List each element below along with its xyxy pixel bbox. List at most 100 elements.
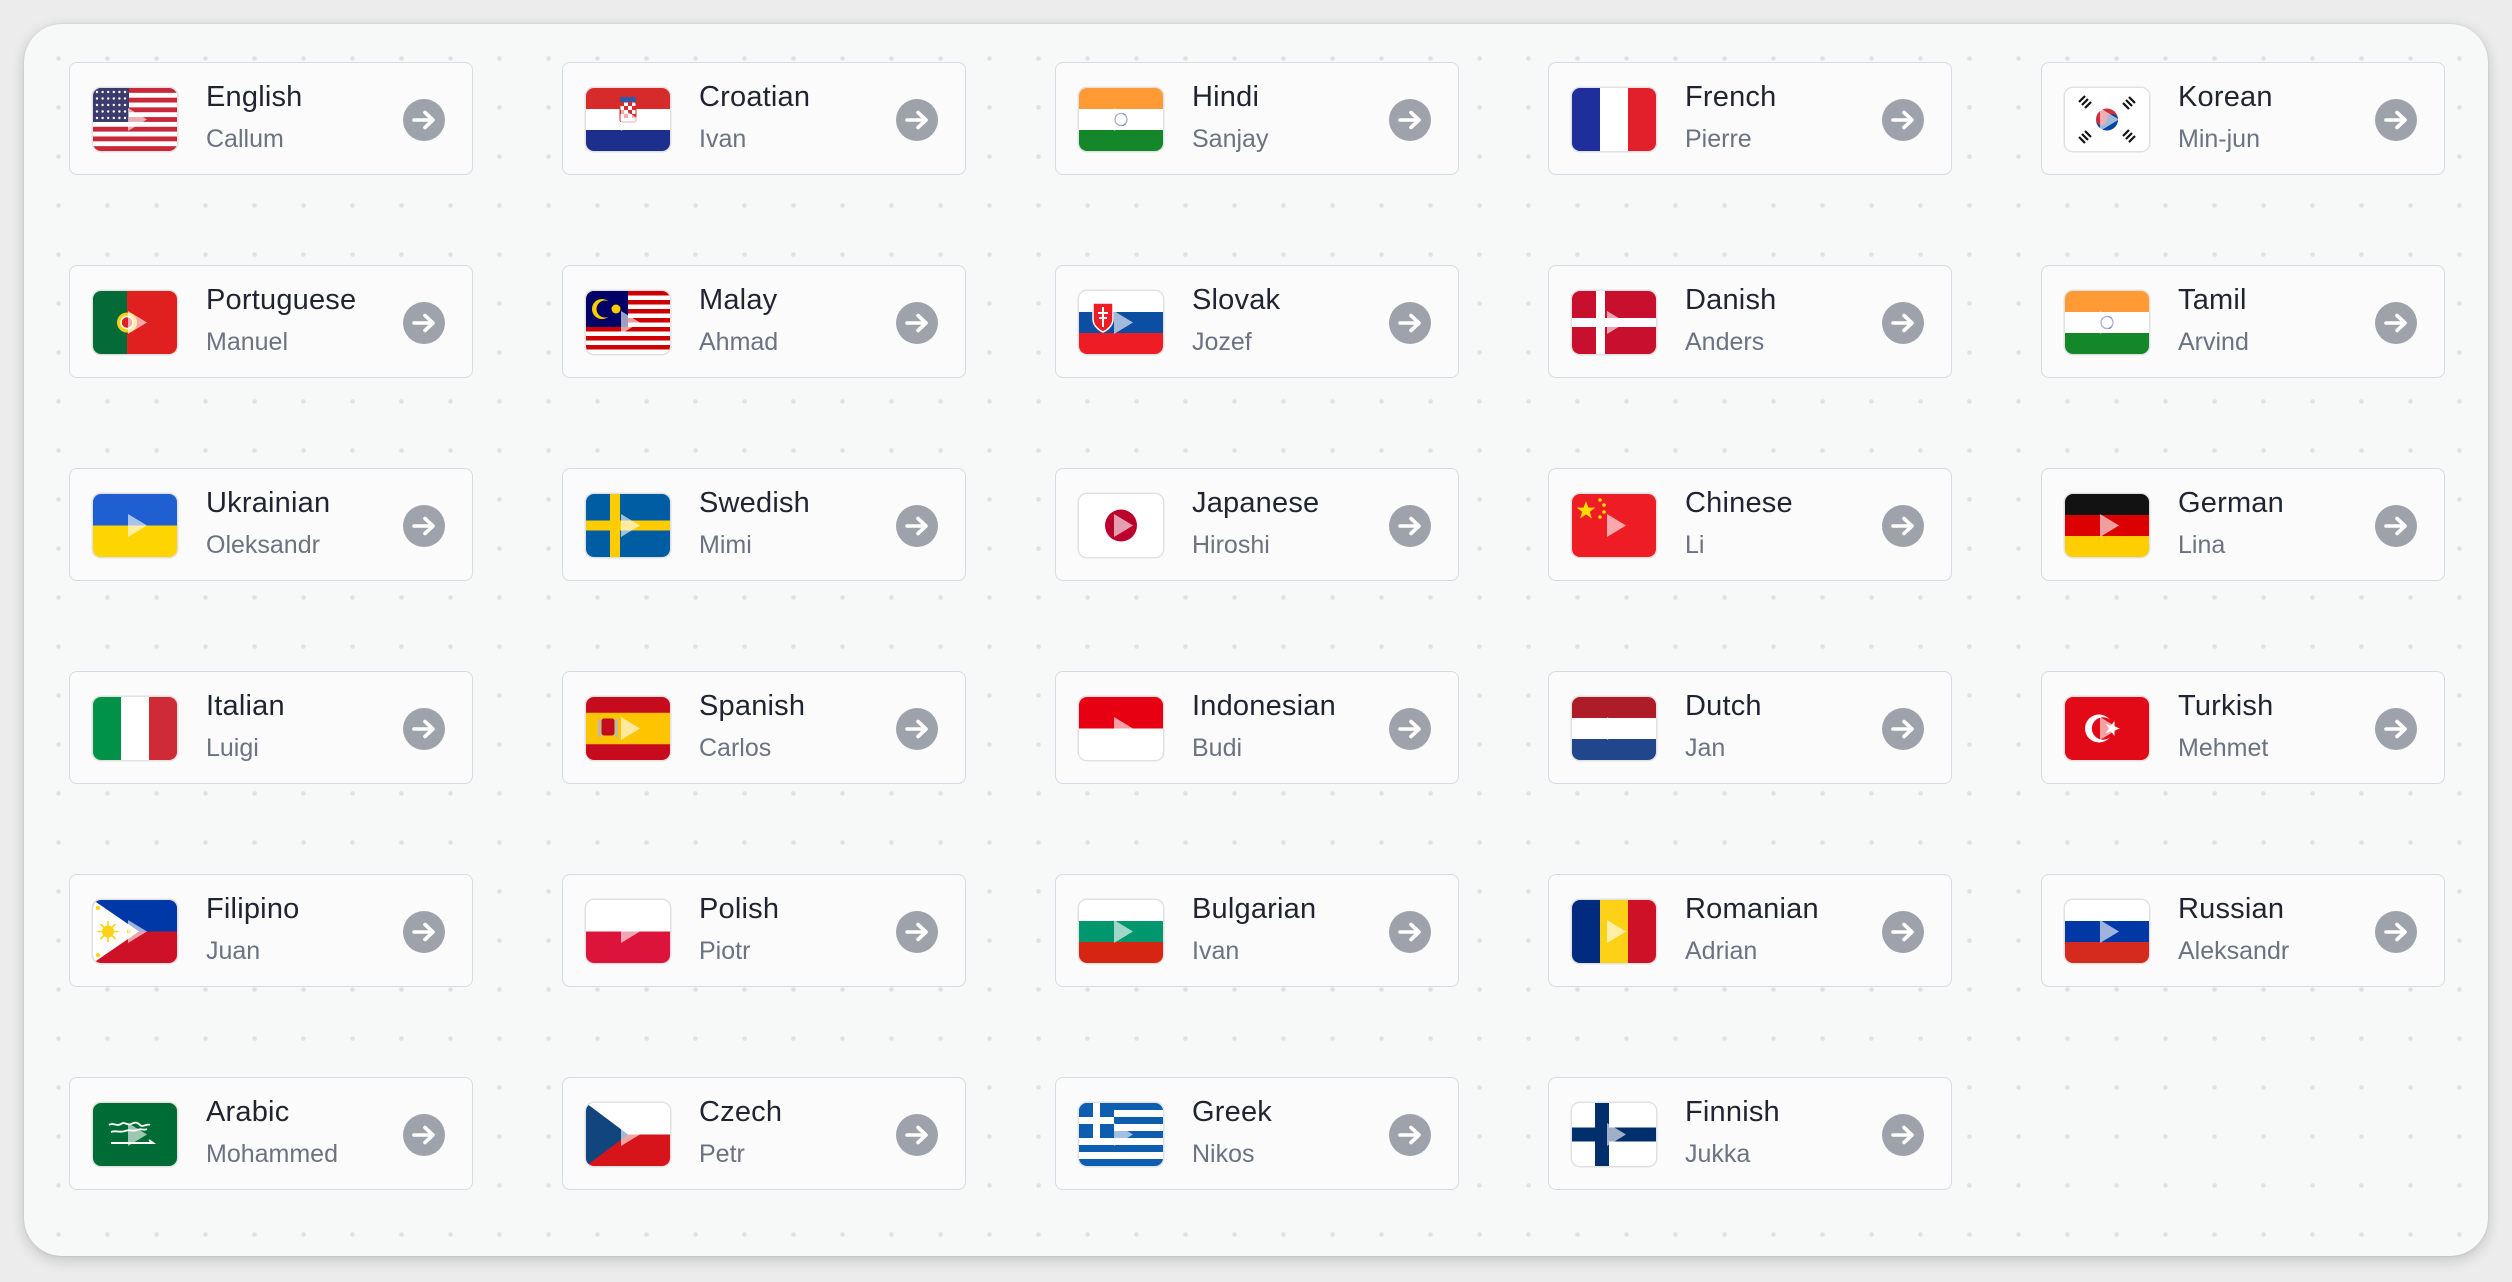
- flag-it-icon[interactable]: [93, 697, 177, 760]
- arrow-right-circle-icon[interactable]: [896, 505, 938, 547]
- flag-sa-icon[interactable]: [93, 1103, 177, 1166]
- arrow-right-circle-icon[interactable]: [403, 708, 445, 750]
- flag-pl-icon[interactable]: [586, 900, 670, 963]
- flag-dk-icon[interactable]: [1572, 291, 1656, 354]
- flag-sk-icon[interactable]: [1079, 291, 1163, 354]
- flag-de-icon[interactable]: [2065, 494, 2149, 557]
- flag-jp-icon[interactable]: [1079, 494, 1163, 557]
- language-name: Danish: [1685, 284, 1777, 316]
- flag-hr-icon[interactable]: [586, 88, 670, 151]
- arrow-right-circle-icon[interactable]: [1389, 505, 1431, 547]
- arrow-right-circle-icon[interactable]: [1389, 1114, 1431, 1156]
- voice-card[interactable]: Chinese Li: [1548, 468, 1952, 581]
- flag-cn-icon[interactable]: [1572, 494, 1656, 557]
- voice-card[interactable]: Indonesian Budi: [1055, 671, 1459, 784]
- arrow-right-circle-icon[interactable]: [1389, 302, 1431, 344]
- arrow-right-circle-icon[interactable]: [2375, 505, 2417, 547]
- voice-card[interactable]: Polish Piotr: [562, 874, 966, 987]
- voice-card[interactable]: Tamil Arvind: [2041, 265, 2445, 378]
- arrow-right-circle-icon[interactable]: [896, 99, 938, 141]
- voice-name: Nikos: [1192, 1140, 1255, 1168]
- language-name: Italian: [206, 690, 285, 722]
- voice-card[interactable]: Italian Luigi: [69, 671, 473, 784]
- voice-card[interactable]: English Callum: [69, 62, 473, 175]
- flag-ph-icon[interactable]: [93, 900, 177, 963]
- voice-card[interactable]: Slovak Jozef: [1055, 265, 1459, 378]
- arrow-right-circle-icon[interactable]: [403, 99, 445, 141]
- arrow-right-circle-icon[interactable]: [2375, 99, 2417, 141]
- arrow-right-circle-icon[interactable]: [1389, 99, 1431, 141]
- language-name: Japanese: [1192, 487, 1320, 519]
- arrow-right-circle-icon[interactable]: [1882, 911, 1924, 953]
- flag-pt-icon[interactable]: [93, 291, 177, 354]
- arrow-right-circle-icon[interactable]: [2375, 911, 2417, 953]
- voice-card[interactable]: Czech Petr: [562, 1077, 966, 1190]
- language-name: Russian: [2178, 893, 2285, 925]
- language-name: Spanish: [699, 690, 806, 722]
- arrow-right-circle-icon[interactable]: [896, 708, 938, 750]
- voice-card[interactable]: Turkish Mehmet: [2041, 671, 2445, 784]
- voice-card[interactable]: Finnish Jukka: [1548, 1077, 1952, 1190]
- flag-kr-icon[interactable]: [2065, 88, 2149, 151]
- arrow-right-circle-icon[interactable]: [1882, 302, 1924, 344]
- voice-card[interactable]: Hindi Sanjay: [1055, 62, 1459, 175]
- voice-name: Jozef: [1192, 328, 1252, 356]
- voice-card[interactable]: Bulgarian Ivan: [1055, 874, 1459, 987]
- voice-card[interactable]: Spanish Carlos: [562, 671, 966, 784]
- arrow-right-circle-icon[interactable]: [403, 302, 445, 344]
- flag-ro-icon[interactable]: [1572, 900, 1656, 963]
- voice-card[interactable]: Arabic Mohammed: [69, 1077, 473, 1190]
- flag-fi-icon[interactable]: [1572, 1103, 1656, 1166]
- voice-card[interactable]: Portuguese Manuel: [69, 265, 473, 378]
- voice-card[interactable]: Japanese Hiroshi: [1055, 468, 1459, 581]
- arrow-right-circle-icon[interactable]: [403, 911, 445, 953]
- arrow-right-circle-icon[interactable]: [896, 302, 938, 344]
- flag-in-icon[interactable]: [2065, 291, 2149, 354]
- voice-card[interactable]: French Pierre: [1548, 62, 1952, 175]
- flag-id-icon[interactable]: [1079, 697, 1163, 760]
- voice-card[interactable]: Filipino Juan: [69, 874, 473, 987]
- arrow-right-circle-icon[interactable]: [2375, 302, 2417, 344]
- voice-name: Manuel: [206, 328, 288, 356]
- voice-name: Ahmad: [699, 328, 779, 356]
- flag-tr-icon[interactable]: [2065, 697, 2149, 760]
- arrow-right-circle-icon[interactable]: [1882, 505, 1924, 547]
- voice-card[interactable]: Dutch Jan: [1548, 671, 1952, 784]
- voice-name: Oleksandr: [206, 531, 320, 559]
- voice-card[interactable]: Greek Nikos: [1055, 1077, 1459, 1190]
- flag-us-icon[interactable]: [93, 88, 177, 151]
- voice-card[interactable]: Croatian Ivan: [562, 62, 966, 175]
- arrow-right-circle-icon[interactable]: [896, 1114, 938, 1156]
- arrow-right-circle-icon[interactable]: [1882, 1114, 1924, 1156]
- voice-card[interactable]: Romanian Adrian: [1548, 874, 1952, 987]
- arrow-right-circle-icon[interactable]: [403, 505, 445, 547]
- flag-ru-icon[interactable]: [2065, 900, 2149, 963]
- flag-my-icon[interactable]: [586, 291, 670, 354]
- arrow-right-circle-icon[interactable]: [403, 1114, 445, 1156]
- flag-gr-icon[interactable]: [1079, 1103, 1163, 1166]
- arrow-right-circle-icon[interactable]: [1389, 911, 1431, 953]
- flag-nl-icon[interactable]: [1572, 697, 1656, 760]
- arrow-right-circle-icon[interactable]: [896, 911, 938, 953]
- flag-cz-icon[interactable]: [586, 1103, 670, 1166]
- voice-card[interactable]: Danish Anders: [1548, 265, 1952, 378]
- arrow-right-circle-icon[interactable]: [1882, 708, 1924, 750]
- voice-name: Juan: [206, 937, 261, 965]
- voice-card[interactable]: Ukrainian Oleksandr: [69, 468, 473, 581]
- arrow-right-circle-icon[interactable]: [1389, 708, 1431, 750]
- flag-in-icon[interactable]: [1079, 88, 1163, 151]
- flag-bg-icon[interactable]: [1079, 900, 1163, 963]
- voice-card[interactable]: Korean Min-jun: [2041, 62, 2445, 175]
- flag-ua-icon[interactable]: [93, 494, 177, 557]
- voice-card[interactable]: German Lina: [2041, 468, 2445, 581]
- voice-card[interactable]: Malay Ahmad: [562, 265, 966, 378]
- arrow-right-circle-icon[interactable]: [1882, 99, 1924, 141]
- arrow-right-circle-icon[interactable]: [2375, 708, 2417, 750]
- flag-se-icon[interactable]: [586, 494, 670, 557]
- voice-card[interactable]: Swedish Mimi: [562, 468, 966, 581]
- flag-es-icon[interactable]: [586, 697, 670, 760]
- voice-name: Jan: [1685, 734, 1726, 762]
- language-name: Slovak: [1192, 284, 1281, 316]
- flag-fr-icon[interactable]: [1572, 88, 1656, 151]
- voice-card[interactable]: Russian Aleksandr: [2041, 874, 2445, 987]
